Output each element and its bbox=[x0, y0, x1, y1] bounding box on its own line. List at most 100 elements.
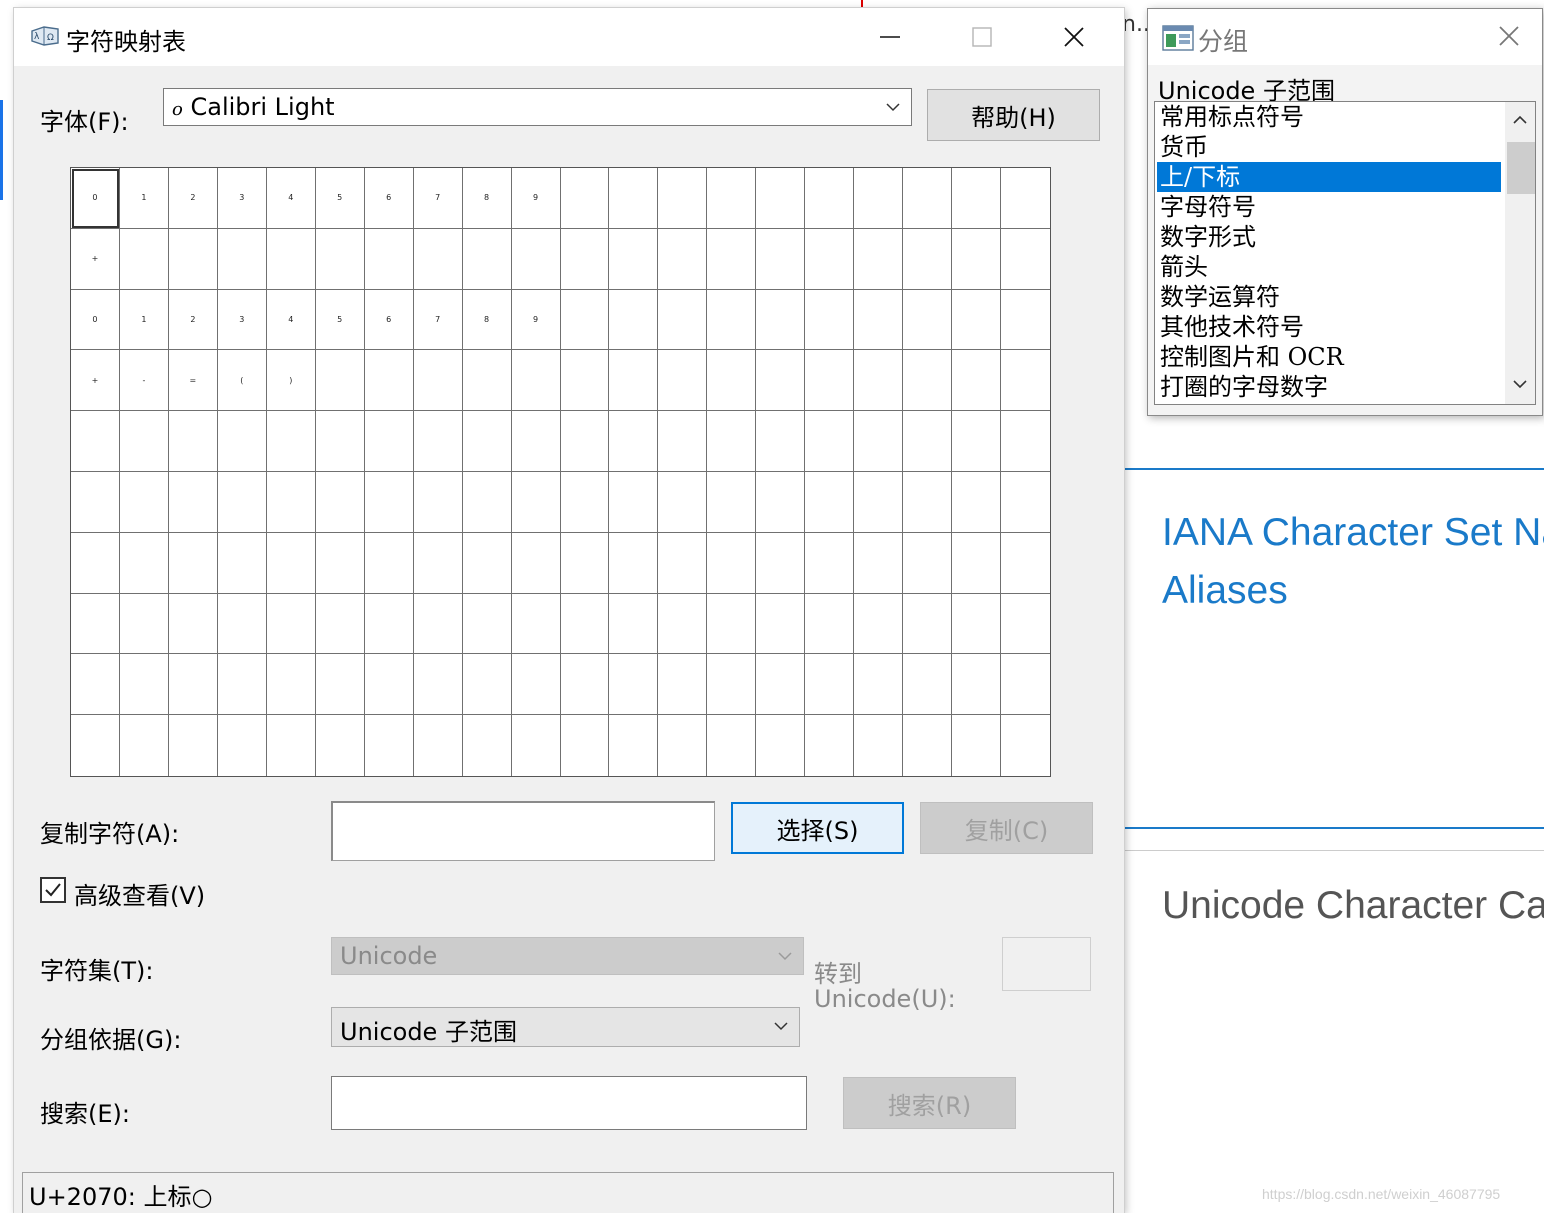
char-cell[interactable] bbox=[217, 411, 267, 472]
char-cell[interactable] bbox=[805, 289, 855, 351]
char-cell[interactable] bbox=[315, 411, 365, 472]
char-cell[interactable] bbox=[560, 593, 610, 655]
char-cell[interactable] bbox=[413, 350, 463, 412]
advanced-view-label[interactable]: 高级查看(V) bbox=[74, 876, 205, 911]
groupby-combobox[interactable]: Unicode 子范围 bbox=[331, 1007, 800, 1047]
copy-button[interactable]: 复制(C) bbox=[920, 802, 1093, 854]
char-cell[interactable] bbox=[903, 228, 953, 290]
char-cell[interactable] bbox=[805, 350, 855, 412]
char-cell[interactable] bbox=[756, 228, 806, 290]
group-list-item[interactable]: 打圈的字母数字 bbox=[1157, 372, 1501, 402]
char-cell[interactable]: 1 bbox=[119, 289, 169, 351]
scroll-up-icon[interactable] bbox=[1512, 112, 1528, 128]
char-cell[interactable] bbox=[805, 411, 855, 472]
char-cell[interactable] bbox=[413, 593, 463, 655]
char-cell[interactable] bbox=[1001, 715, 1050, 776]
char-cell[interactable] bbox=[560, 289, 610, 351]
char-cell[interactable] bbox=[511, 228, 561, 290]
char-cell[interactable] bbox=[756, 532, 806, 594]
char-cell[interactable] bbox=[903, 593, 953, 655]
char-cell[interactable] bbox=[854, 593, 904, 655]
help-button[interactable]: 帮助(H) bbox=[927, 89, 1100, 141]
char-cell[interactable] bbox=[560, 411, 610, 472]
char-cell[interactable] bbox=[413, 532, 463, 594]
char-cell[interactable] bbox=[1001, 594, 1050, 655]
char-cell[interactable] bbox=[658, 715, 708, 776]
char-cell[interactable] bbox=[217, 593, 267, 655]
char-cell[interactable] bbox=[414, 715, 463, 776]
char-cell[interactable] bbox=[854, 350, 904, 412]
scrollbar-thumb[interactable] bbox=[1507, 142, 1535, 194]
title-bar[interactable]: λ Ω 字符映射表 bbox=[14, 8, 1124, 66]
scroll-down-icon[interactable] bbox=[1512, 376, 1528, 392]
char-cell[interactable] bbox=[413, 411, 463, 472]
search-button[interactable]: 搜索(R) bbox=[843, 1077, 1016, 1129]
char-cell[interactable] bbox=[560, 168, 610, 229]
char-cell[interactable] bbox=[952, 471, 1002, 533]
char-cell[interactable] bbox=[658, 350, 708, 412]
advanced-view-checkbox[interactable] bbox=[40, 877, 66, 903]
char-cell[interactable] bbox=[805, 715, 855, 776]
char-cell[interactable] bbox=[560, 228, 610, 290]
char-cell[interactable] bbox=[1001, 168, 1050, 229]
goto-unicode-input[interactable] bbox=[1002, 937, 1091, 991]
char-cell[interactable] bbox=[609, 715, 659, 776]
char-cell[interactable]: 2 bbox=[168, 168, 218, 229]
char-cell[interactable] bbox=[511, 532, 561, 594]
group-list-item[interactable]: 控制图片和 OCR bbox=[1157, 342, 1501, 372]
char-cell[interactable] bbox=[854, 471, 904, 533]
char-cell[interactable] bbox=[364, 228, 414, 290]
char-cell[interactable] bbox=[903, 350, 953, 412]
char-cell[interactable] bbox=[903, 715, 953, 776]
char-cell[interactable] bbox=[511, 471, 561, 533]
char-cell[interactable] bbox=[1001, 290, 1050, 351]
select-button[interactable]: 选择(S) bbox=[731, 802, 904, 854]
char-cell[interactable] bbox=[462, 228, 512, 290]
char-cell[interactable] bbox=[609, 532, 659, 594]
char-cell[interactable] bbox=[462, 654, 512, 716]
char-cell[interactable] bbox=[462, 593, 512, 655]
char-cell[interactable] bbox=[217, 471, 267, 533]
char-cell[interactable] bbox=[217, 654, 267, 716]
char-cell[interactable] bbox=[315, 471, 365, 533]
char-cell[interactable] bbox=[854, 715, 904, 776]
char-cell[interactable] bbox=[756, 168, 806, 229]
char-cell[interactable] bbox=[903, 654, 953, 716]
char-cell[interactable] bbox=[903, 168, 953, 229]
char-cell[interactable] bbox=[511, 350, 561, 412]
char-cell[interactable] bbox=[119, 471, 169, 533]
char-cell[interactable] bbox=[561, 715, 610, 776]
char-cell[interactable] bbox=[756, 654, 806, 716]
char-cell[interactable] bbox=[120, 715, 169, 776]
group-listbox[interactable]: 常用标点符号 货币 上/下标 字母符号 数字形式 箭头 数学运算符 其他技术符号 控制图片和 O… bbox=[1154, 101, 1536, 405]
char-cell[interactable] bbox=[511, 654, 561, 716]
char-cell[interactable] bbox=[609, 471, 659, 533]
char-cell[interactable] bbox=[364, 411, 414, 472]
char-cell[interactable] bbox=[805, 593, 855, 655]
char-cell[interactable] bbox=[560, 350, 610, 412]
char-cell[interactable] bbox=[119, 593, 169, 655]
char-cell[interactable]: 3 bbox=[217, 168, 267, 229]
char-cell[interactable] bbox=[903, 411, 953, 472]
char-cell[interactable]: + bbox=[71, 228, 120, 290]
char-cell[interactable] bbox=[462, 471, 512, 533]
char-cell[interactable] bbox=[315, 228, 365, 290]
char-cell[interactable] bbox=[266, 411, 316, 472]
minimize-button[interactable] bbox=[860, 16, 920, 58]
group-list-item[interactable]: 常用标点符号 bbox=[1157, 102, 1501, 132]
char-cell[interactable] bbox=[903, 471, 953, 533]
char-cell[interactable] bbox=[511, 411, 561, 472]
char-cell[interactable] bbox=[805, 532, 855, 594]
char-cell[interactable]: 4 bbox=[266, 289, 316, 351]
char-cell[interactable] bbox=[413, 471, 463, 533]
char-cell[interactable]: 6 bbox=[364, 168, 414, 229]
char-cell[interactable]: 0 bbox=[71, 168, 120, 229]
char-cell[interactable] bbox=[168, 593, 218, 655]
char-cell[interactable] bbox=[854, 654, 904, 716]
char-cell[interactable] bbox=[316, 715, 365, 776]
char-cell[interactable] bbox=[266, 532, 316, 594]
close-icon[interactable] bbox=[1496, 23, 1522, 49]
char-cell[interactable] bbox=[71, 654, 120, 716]
char-cell[interactable]: 9 bbox=[511, 168, 561, 229]
char-cell[interactable] bbox=[365, 715, 414, 776]
